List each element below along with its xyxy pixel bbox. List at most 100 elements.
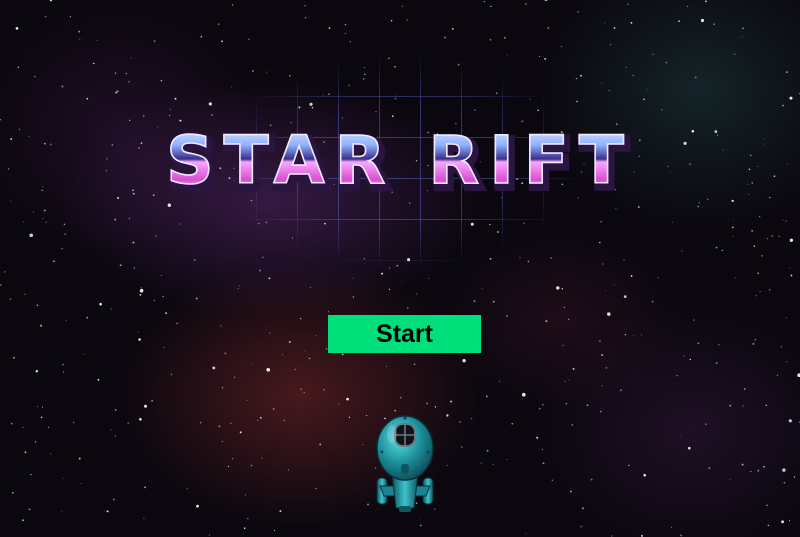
star: [352, 277, 354, 279]
star: [708, 467, 711, 469]
star: [480, 462, 482, 464]
star: [114, 435, 116, 437]
star: [604, 22, 606, 24]
star: [503, 36, 506, 39]
star: [577, 10, 580, 13]
star: [52, 260, 55, 263]
star: [251, 363, 253, 365]
star: [61, 247, 64, 250]
star: [630, 22, 633, 24]
star: [105, 170, 107, 172]
star: [34, 441, 37, 443]
star: [153, 299, 155, 302]
star: [714, 130, 718, 133]
star: [300, 388, 303, 391]
star: [652, 53, 654, 55]
star: [319, 443, 322, 446]
star: [327, 311, 330, 313]
star: [751, 230, 753, 232]
star: [748, 193, 750, 195]
star: [22, 426, 24, 429]
star: [406, 19, 408, 21]
star: [785, 361, 788, 363]
star: [715, 362, 718, 364]
star: [729, 404, 732, 407]
star: [793, 476, 796, 478]
star: [407, 307, 409, 309]
star: [765, 404, 768, 407]
star: [753, 245, 756, 247]
star: [10, 138, 13, 140]
star: [163, 346, 165, 348]
star: [694, 76, 697, 79]
star: [747, 183, 749, 185]
star: [568, 379, 570, 381]
star: [259, 416, 262, 419]
star: [28, 135, 30, 137]
star: [613, 27, 616, 29]
star: [683, 355, 685, 357]
star: [176, 322, 178, 325]
star: [785, 220, 787, 222]
star: [713, 23, 716, 26]
star: [388, 288, 391, 290]
star: [486, 449, 489, 452]
star: [419, 519, 421, 521]
game-title: STAR RIFT: [166, 122, 634, 199]
star: [218, 425, 221, 428]
star: [200, 36, 203, 38]
star: [344, 32, 347, 35]
star: [232, 4, 234, 6]
star: [545, 320, 548, 323]
star: [786, 71, 788, 73]
star: [337, 403, 339, 405]
star: [680, 534, 683, 537]
star: [128, 80, 130, 83]
star: [9, 298, 12, 300]
star: [315, 335, 317, 337]
star: [489, 38, 492, 41]
star: [580, 525, 583, 528]
star: [492, 463, 494, 466]
star: [165, 312, 167, 315]
star: [781, 520, 785, 524]
star: [78, 457, 81, 460]
star: [237, 288, 239, 290]
star: [599, 340, 601, 342]
star: [769, 196, 771, 199]
star: [28, 508, 31, 511]
start-button[interactable]: Start: [328, 315, 481, 353]
star: [153, 40, 156, 42]
star: [689, 358, 692, 361]
star: [767, 524, 770, 527]
star: [665, 62, 667, 64]
star: [716, 134, 719, 136]
star: [600, 410, 602, 413]
star: [266, 367, 271, 372]
star: [672, 221, 673, 223]
star: [450, 400, 453, 403]
star: [114, 72, 117, 74]
star: [323, 389, 325, 391]
star: [785, 316, 787, 318]
star: [344, 23, 347, 26]
star: [693, 319, 695, 321]
star: [61, 85, 64, 88]
star: [751, 182, 753, 184]
star: [268, 277, 271, 280]
star: [681, 250, 683, 252]
star: [525, 3, 527, 5]
star: [473, 300, 476, 302]
star: [35, 370, 38, 373]
star: [45, 221, 47, 223]
star: [80, 483, 82, 484]
star: [304, 5, 306, 7]
star: [36, 304, 39, 307]
star: [600, 220, 603, 223]
star: [748, 168, 751, 171]
star: [110, 308, 112, 310]
star: [789, 238, 794, 242]
star: [768, 288, 771, 291]
star: [755, 295, 757, 297]
star: [776, 374, 778, 376]
